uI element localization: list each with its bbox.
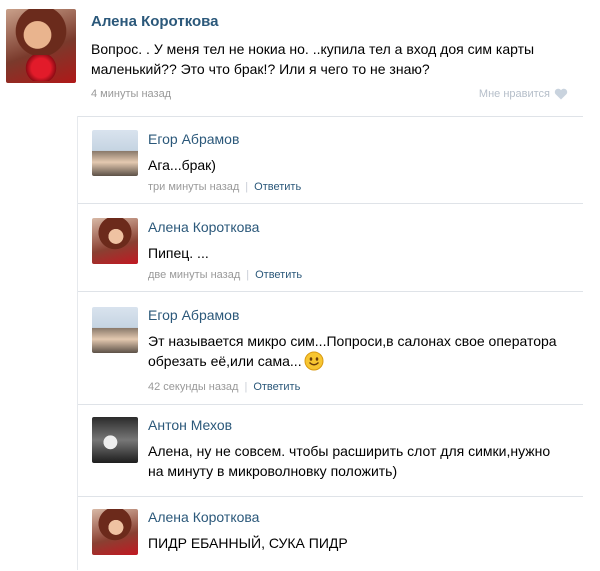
comment-author[interactable]: Егор Абрамов — [148, 131, 239, 147]
wall-post: Алена Короткова Вопрос. . У меня тел не … — [0, 0, 600, 118]
comment-author[interactable]: Антон Мехов — [148, 417, 232, 433]
comment-item: Алена Короткова ПИДР ЕБАННЫЙ, СУКА ПИДР — [78, 496, 583, 571]
comment-text: ПИДР ЕБАННЫЙ, СУКА ПИДР — [148, 535, 348, 551]
comment-timestamp[interactable]: две минуты назад — [148, 269, 240, 281]
like-button[interactable]: Мне нравится — [479, 88, 568, 100]
comment-item: Антон Мехов Алена, ну не совсем. чтобы р… — [78, 404, 583, 498]
comment-timestamp[interactable]: 42 секунды назад — [148, 381, 238, 393]
comment-meta: 42 секунды назад | Ответить — [148, 381, 301, 393]
comment-meta: три минуты назад | Ответить — [148, 181, 302, 193]
comment-item: Егор Абрамов Эт называется микро сим...П… — [78, 291, 583, 409]
comment-author[interactable]: Егор Абрамов — [148, 307, 239, 323]
comment-text: Алена, ну не совсем. чтобы расширить сло… — [148, 443, 551, 479]
reply-button[interactable]: Ответить — [253, 381, 300, 393]
comment-timestamp[interactable]: три минуты назад — [148, 181, 239, 193]
post-author-avatar[interactable] — [6, 9, 76, 83]
comment-text: Эт называется микро сим...Попроси,в сало… — [148, 333, 557, 369]
smiley-icon — [304, 351, 324, 371]
comment-author[interactable]: Алена Короткова — [148, 509, 259, 525]
reply-button[interactable]: Ответить — [255, 269, 302, 281]
comment-avatar[interactable] — [92, 307, 138, 353]
post-text: Вопрос. . У меня тел не нокиа но. ..купи… — [91, 41, 535, 77]
comment-author[interactable]: Алена Короткова — [148, 219, 259, 235]
comments-section: Егор Абрамов Ага...брак) три минуты наза… — [77, 116, 583, 570]
comment-avatar[interactable] — [92, 130, 138, 176]
comment-avatar[interactable] — [92, 417, 138, 463]
comment-text: Ага...брак) — [148, 157, 216, 173]
comment-avatar[interactable] — [92, 218, 138, 264]
comment-item: Алена Короткова Пипец. ... две минуты на… — [78, 203, 583, 294]
post-author-name[interactable]: Алена Короткова — [91, 13, 219, 30]
like-label: Мне нравится — [478, 88, 550, 100]
comment-meta: две минуты назад | Ответить — [148, 269, 303, 281]
reply-button[interactable]: Ответить — [254, 181, 301, 193]
comment-text-block: Эт называется микро сим...Попроси,в сало… — [148, 331, 568, 371]
comment-item: Егор Абрамов Ага...брак) три минуты наза… — [78, 116, 583, 209]
post-timestamp[interactable]: 4 минуты назад — [91, 88, 171, 100]
comment-text: Пипец. ... — [148, 245, 209, 261]
comment-avatar[interactable] — [92, 509, 138, 555]
heart-icon — [554, 88, 568, 100]
